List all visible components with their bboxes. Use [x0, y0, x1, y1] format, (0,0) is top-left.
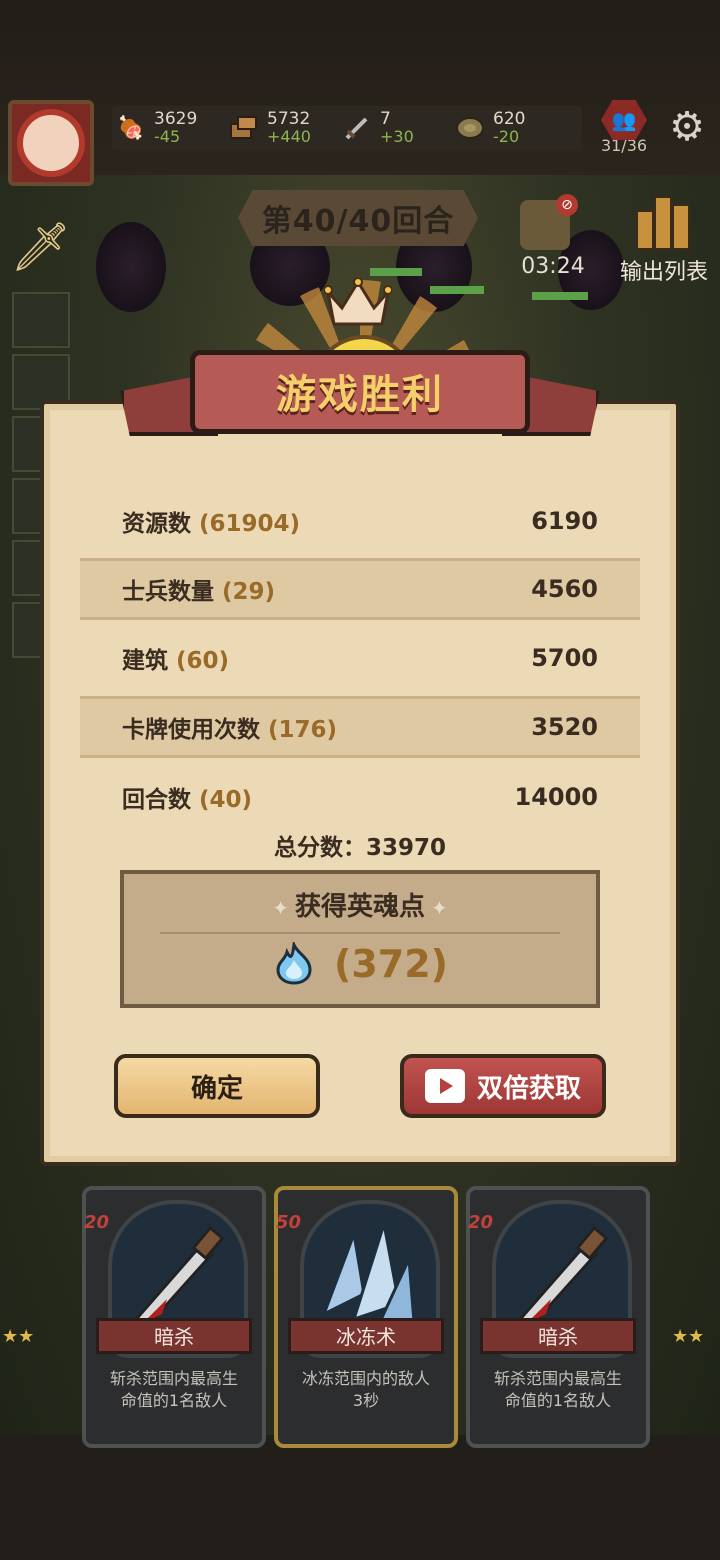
soul-points-reward: (372) [120, 938, 600, 990]
enemy-hp-bar [532, 292, 588, 300]
wood-value: 5732 [267, 109, 311, 129]
card-name: 暗杀 [154, 1325, 194, 1349]
skill-card-assassinate[interactable]: 20 暗杀 斩杀范围内最高生 命值的1名敌人 [82, 1186, 266, 1448]
card-desc-line: 3秒 [352, 1391, 380, 1410]
dark-portal [96, 222, 166, 312]
score-label-text: 建筑 [122, 648, 168, 674]
score-label: 回合数 (40) [80, 780, 252, 814]
skill-card-assassinate[interactable]: 20 暗杀 斩杀范围内最高生 命值的1名敌人 [466, 1186, 650, 1448]
score-count: (29) [222, 579, 276, 605]
coin-icon [455, 113, 485, 143]
chart-bar-icon [672, 204, 690, 250]
card-description: 斩杀范围内最高生 命值的1名敌人 [94, 1368, 254, 1412]
card-desc-line: 斩杀范围内最高生 [493, 1369, 622, 1388]
resource-wood: 5732 +440 [229, 108, 311, 148]
meat-delta: -45 [154, 127, 181, 146]
blue-flame-icon [276, 942, 312, 985]
score-label: 卡牌使用次数 (176) [80, 710, 337, 744]
sword-value: 7 [380, 109, 391, 129]
round-counter: 第40/40回合 [261, 204, 455, 239]
card-cost: 20 [468, 1212, 494, 1233]
avatar-face [17, 109, 85, 177]
wood-delta: +440 [267, 127, 311, 146]
score-label: 建筑 (60) [80, 641, 229, 675]
soul-title-text: 获得英魂点 [294, 892, 425, 922]
card-desc-line: 命值的1名敌人 [504, 1391, 612, 1410]
score-label: 士兵数量 (29) [80, 572, 275, 606]
star-rating-icon: ★★ [672, 1326, 705, 1347]
double-reward-label: 双倍获取 [476, 1073, 581, 1104]
card-desc-line: 斩杀范围内最高生 [109, 1369, 238, 1388]
sword-delta: +30 [380, 127, 414, 146]
total-score: 总分数：33970 [273, 835, 447, 861]
resource-meat: 🍖 3629 -45 [116, 108, 197, 148]
soul-points-value: (372) [333, 942, 449, 986]
score-value: 3520 [531, 713, 598, 741]
score-row-resources: 资源数 (61904) 6190 [80, 490, 640, 552]
resource-sword: 7 +30 [342, 108, 414, 148]
card-cost: 20 [84, 1212, 110, 1233]
score-label-text: 卡牌使用次数 [122, 717, 260, 743]
chart-bar-icon [654, 196, 672, 250]
score-row-rounds: 回合数 (40) 14000 [80, 766, 640, 828]
sword-icon [342, 113, 372, 143]
timer: 03:24 [521, 254, 585, 279]
meat-value: 3629 [154, 109, 198, 129]
wood-icon [229, 113, 259, 143]
video-timer-icon[interactable]: ⊘ [520, 194, 578, 250]
double-reward-button[interactable]: 双倍获取 [400, 1054, 606, 1118]
score-row-soldiers: 士兵数量 (29) 4560 [80, 558, 640, 620]
coin-value: 620 [493, 109, 526, 129]
score-count: (176) [268, 717, 338, 743]
score-count: (61904) [199, 511, 301, 537]
score-label-text: 回合数 [122, 787, 191, 813]
card-description: 冰冻范围内的敌人 3秒 [286, 1368, 446, 1412]
output-list-label[interactable]: 输出列表 [612, 254, 716, 286]
chart-bar-icon [636, 210, 654, 250]
score-count: (60) [176, 648, 230, 674]
score-count: (40) [199, 787, 253, 813]
divider [160, 932, 560, 934]
victory-title: 游戏胜利 [276, 372, 444, 418]
score-value: 5700 [531, 644, 598, 672]
card-cost: 50 [276, 1212, 302, 1233]
crown-icon [324, 278, 392, 326]
population-icon: 👥 [601, 100, 647, 140]
enemy-hp-bar [370, 268, 422, 276]
bottom-area [0, 1435, 720, 1560]
meat-icon: 🍖 [117, 115, 145, 141]
soul-points-title: ✦ 获得英魂点 ✦ [120, 886, 600, 923]
score-value: 14000 [514, 783, 599, 811]
card-desc-line: 命值的1名敌人 [120, 1391, 228, 1410]
video-ad-icon [424, 1069, 465, 1103]
population-indicator[interactable]: 👥 31/36 [592, 100, 656, 158]
confirm-button[interactable]: 确定 [114, 1054, 320, 1118]
output-list-bar-chart-icon[interactable] [630, 196, 694, 250]
resource-coin: 620 -20 [455, 108, 525, 148]
settings-gear-icon[interactable]: ⚙ [664, 104, 710, 150]
card-desc-line: 冰冻范围内的敌人 [301, 1369, 430, 1388]
disabled-icon: ⊘ [556, 194, 578, 216]
skill-card-freeze[interactable]: 50 冰冻术 冰冻范围内的敌人 3秒 [274, 1186, 458, 1448]
score-label-text: 资源数 [122, 511, 191, 537]
card-name: 冰冻术 [336, 1325, 396, 1349]
player-avatar[interactable] [8, 100, 94, 186]
score-value: 4560 [531, 575, 598, 603]
coin-delta: -20 [493, 127, 520, 146]
score-label-text: 士兵数量 [122, 579, 214, 605]
card-description: 斩杀范围内最高生 命值的1名敌人 [478, 1368, 638, 1412]
score-value: 6190 [531, 507, 598, 535]
sparkle-icon: ✦ [272, 896, 289, 920]
score-row-cards-used: 卡牌使用次数 (176) 3520 [80, 696, 640, 758]
unit-slot[interactable] [12, 292, 70, 348]
sparkle-icon: ✦ [431, 896, 448, 920]
score-label: 资源数 (61904) [80, 504, 300, 538]
card-name: 暗杀 [538, 1325, 578, 1349]
star-rating-icon: ★★ [2, 1326, 35, 1347]
hero-skill-sword-icon[interactable]: 🗡 [4, 210, 78, 284]
score-row-buildings: 建筑 (60) 5700 [80, 627, 640, 689]
